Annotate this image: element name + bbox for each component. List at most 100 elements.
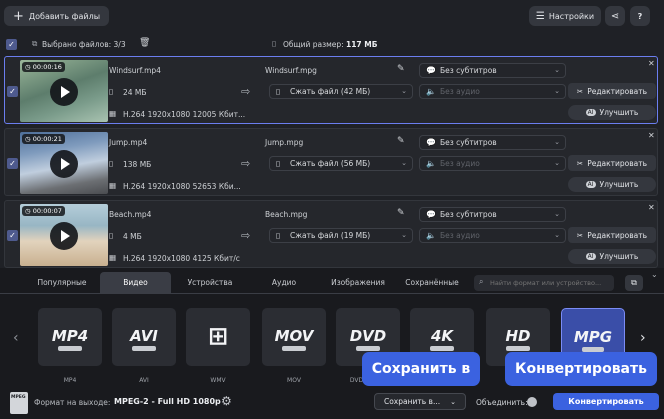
codec-info: H.264 1920x1080 12005 Кбит... bbox=[123, 110, 246, 119]
device-detect-icon: ⧉ bbox=[631, 278, 637, 287]
rename-pencil-icon[interactable]: ✎ bbox=[397, 208, 405, 218]
convert-tooltip-text: Конвертировать bbox=[515, 361, 647, 377]
compress-dropdown[interactable]: ▯ Сжать файл (19 МБ) ⌄ bbox=[269, 228, 413, 243]
scroll-left-icon[interactable]: ‹ bbox=[13, 330, 19, 346]
format-mov[interactable]: MOV bbox=[262, 308, 326, 366]
tab-audio[interactable]: Аудио bbox=[249, 272, 319, 293]
convert-button[interactable]: Конвертировать bbox=[553, 393, 659, 410]
4k-icon: 4K bbox=[430, 327, 454, 345]
convert-arrow-icon: ⇨ bbox=[241, 229, 251, 242]
tab-label: Аудио bbox=[271, 278, 297, 287]
play-icon[interactable] bbox=[50, 150, 78, 178]
enhance-button[interactable]: AI Улучшить bbox=[568, 249, 656, 264]
subtitles-icon: 💬 bbox=[426, 210, 436, 219]
audio-dropdown[interactable]: 🔈 Без аудио ⌄ bbox=[419, 156, 566, 171]
tab-images[interactable]: Изображения bbox=[323, 272, 393, 293]
search-input[interactable] bbox=[490, 276, 610, 290]
ai-icon: AI bbox=[585, 109, 596, 116]
subtitles-label: Без субтитров bbox=[440, 210, 497, 219]
chevron-down-icon: ⌄ bbox=[401, 87, 407, 95]
file-checkbox[interactable]: ✓ bbox=[7, 86, 18, 97]
compress-dropdown[interactable]: ▯ Сжать файл (56 МБ) ⌄ bbox=[269, 156, 413, 171]
output-format-thumb[interactable]: MPEG bbox=[10, 392, 28, 414]
save-tooltip-text: Сохранить в bbox=[371, 361, 471, 377]
enhance-label: Улучшить bbox=[599, 108, 639, 117]
add-files-button[interactable]: + Добавить файлы bbox=[4, 6, 109, 26]
subtitles-dropdown[interactable]: 💬 Без субтитров ⌄ bbox=[419, 63, 566, 78]
file-row[interactable]: ✓ ◷ 00:00:16 Windsurf.mp4 ▯ 24 МБ ▦ H.26… bbox=[4, 56, 658, 124]
format-search[interactable]: ⌕ bbox=[474, 275, 614, 291]
audio-muted-icon: 🔈 bbox=[426, 159, 436, 168]
enhance-label: Улучшить bbox=[599, 180, 639, 189]
codec-icon: ▦ bbox=[109, 109, 117, 118]
file-row[interactable]: ✓ ◷ 00:00:07 Beach.mp4 ▯ 4 МБ ▦ H.264 19… bbox=[4, 200, 658, 268]
file-checkbox[interactable]: ✓ bbox=[7, 230, 18, 241]
video-thumbnail[interactable]: ◷ 00:00:16 bbox=[20, 60, 108, 122]
source-size: 24 МБ bbox=[123, 88, 147, 97]
scroll-right-icon[interactable]: › bbox=[640, 330, 646, 346]
output-format-value: MPEG-2 - Full HD 1080p bbox=[114, 397, 221, 406]
settings-button[interactable]: ☰ Настройки bbox=[529, 6, 601, 26]
file-row[interactable]: ✓ ◷ 00:00:21 Jump.mp4 ▯ 138 МБ ▦ H.264 1… bbox=[4, 128, 658, 196]
subtitles-dropdown[interactable]: 💬 Без субтитров ⌄ bbox=[419, 207, 566, 222]
edit-button[interactable]: ✂ Редактировать bbox=[568, 83, 656, 99]
format-wmv[interactable]: ⊞ bbox=[186, 308, 250, 366]
delete-icon[interactable]: 🗑 bbox=[139, 38, 150, 48]
compress-label: Сжать файл (19 МБ) bbox=[290, 231, 371, 240]
convert-label: Конвертировать bbox=[568, 397, 644, 406]
edit-button[interactable]: ✂ Редактировать bbox=[568, 227, 656, 243]
remove-file-icon[interactable]: ✕ bbox=[648, 203, 655, 212]
tab-popular[interactable]: Популярные bbox=[27, 272, 97, 293]
format-settings-gear-icon[interactable]: ⚙ bbox=[221, 394, 232, 408]
enhance-button[interactable]: AI Улучшить bbox=[568, 177, 656, 192]
tab-label: Устройства bbox=[187, 278, 233, 287]
video-thumbnail[interactable]: ◷ 00:00:07 bbox=[20, 204, 108, 266]
ai-icon: AI bbox=[585, 181, 596, 188]
subtitles-dropdown[interactable]: 💬 Без субтитров ⌄ bbox=[419, 135, 566, 150]
format-mp4[interactable]: MP4 bbox=[38, 308, 102, 366]
codec-info: H.264 1920x1080 4125 Кбит/с bbox=[123, 254, 240, 263]
source-size: 4 МБ bbox=[123, 232, 142, 241]
play-icon[interactable] bbox=[50, 222, 78, 250]
select-all-checkbox[interactable]: ✓ bbox=[6, 39, 17, 50]
file-icon: ▯ bbox=[109, 231, 114, 240]
rename-pencil-icon[interactable]: ✎ bbox=[397, 136, 405, 146]
remove-file-icon[interactable]: ✕ bbox=[648, 59, 655, 68]
save-to-button[interactable]: Сохранить в... ⌄ bbox=[374, 393, 466, 410]
audio-dropdown[interactable]: 🔈 Без аудио ⌄ bbox=[419, 228, 566, 243]
compress-dropdown[interactable]: ▯ Сжать файл (42 МБ) ⌄ bbox=[269, 84, 413, 99]
tab-label: Популярные bbox=[37, 278, 87, 287]
file-checkbox[interactable]: ✓ bbox=[7, 158, 18, 169]
edit-label: Редактировать bbox=[587, 86, 648, 96]
remove-file-icon[interactable]: ✕ bbox=[648, 131, 655, 140]
mpeg-icon: MPEG bbox=[11, 395, 26, 400]
format-label-wmv: WMV bbox=[210, 377, 226, 384]
search-icon: ⌕ bbox=[479, 277, 484, 286]
video-strip-icon bbox=[506, 346, 530, 351]
duration-badge: ◷ 00:00:16 bbox=[22, 62, 65, 72]
save-tooltip: Сохранить в bbox=[362, 352, 480, 386]
mpg-icon: MPG bbox=[573, 328, 613, 346]
tab-video[interactable]: Видео bbox=[100, 272, 171, 293]
edit-button[interactable]: ✂ Редактировать bbox=[568, 155, 656, 171]
subtitles-label: Без субтитров bbox=[440, 138, 497, 147]
share-button[interactable]: ⋖ bbox=[605, 6, 625, 26]
rename-pencil-icon[interactable]: ✎ bbox=[397, 64, 405, 74]
chevron-down-icon: ⌄ bbox=[554, 138, 560, 146]
play-icon[interactable] bbox=[50, 78, 78, 106]
custom-format-button[interactable]: ⧉ bbox=[625, 275, 643, 291]
format-avi[interactable]: AVI bbox=[112, 308, 176, 366]
video-thumbnail[interactable]: ◷ 00:00:21 bbox=[20, 132, 108, 194]
collapse-chevron-icon[interactable]: ⌄ bbox=[651, 270, 658, 279]
windows-logo-icon: ⊞ bbox=[207, 322, 229, 350]
merge-toggle[interactable] bbox=[527, 397, 537, 407]
tab-saved[interactable]: Сохранённые bbox=[396, 272, 468, 293]
enhance-button[interactable]: AI Улучшить bbox=[568, 105, 656, 120]
chevron-down-icon: ⌄ bbox=[450, 397, 457, 406]
save-to-label: Сохранить в... bbox=[383, 397, 441, 406]
tab-devices[interactable]: Устройства bbox=[175, 272, 245, 293]
audio-dropdown[interactable]: 🔈 Без аудио ⌄ bbox=[419, 84, 566, 99]
help-button[interactable]: ? bbox=[630, 6, 650, 26]
video-strip-icon bbox=[430, 346, 454, 351]
output-filename: Windsurf.mpg bbox=[265, 66, 317, 75]
